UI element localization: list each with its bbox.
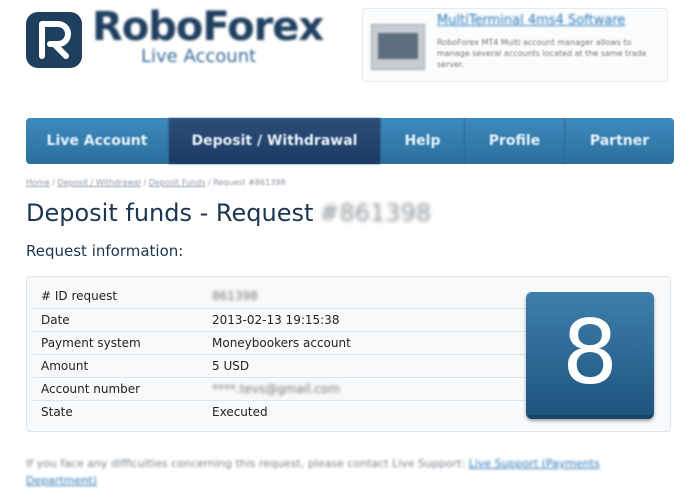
request-info-table: # ID request 861398 Date 2013-02-13 19:1… xyxy=(33,285,528,423)
section-title: Request information: xyxy=(26,242,184,260)
row-label: Date xyxy=(33,308,204,332)
nav-item-partner[interactable]: Partner xyxy=(565,118,674,164)
table-row: Amount 5 USD xyxy=(33,354,528,378)
support-note: If you face any difficulties concerning … xyxy=(26,455,666,489)
site-header: RoboForex Live Account MultiTerminal 4ms… xyxy=(0,0,700,110)
table-row: Date 2013-02-13 19:15:38 xyxy=(33,308,528,332)
logo-subtitle: Live Account xyxy=(141,46,257,67)
breadcrumb-deposit-withdrawal[interactable]: Deposit / Withdrawal xyxy=(57,178,140,187)
row-label: Account number xyxy=(33,377,204,401)
row-label: Amount xyxy=(33,354,204,378)
page-title: Deposit funds - Request #861398 xyxy=(26,199,431,227)
breadcrumb-separator: / xyxy=(143,178,147,187)
page-title-text: Deposit funds - Request xyxy=(26,199,314,227)
row-label: Payment system xyxy=(33,331,204,355)
breadcrumb-separator: / xyxy=(207,178,211,187)
step-number: 8 xyxy=(562,301,618,404)
breadcrumb-separator: / xyxy=(52,178,55,187)
nav-item-profile[interactable]: Profile xyxy=(465,118,565,164)
table-row: # ID request 861398 xyxy=(33,285,528,309)
breadcrumb-current: Request #861398 xyxy=(213,178,286,187)
nav-item-live-account[interactable]: Live Account xyxy=(26,118,169,164)
nav-item-help[interactable]: Help xyxy=(381,118,465,164)
row-value: Moneybookers account xyxy=(204,331,528,355)
table-row: Payment system Moneybookers account xyxy=(33,331,528,355)
breadcrumb-home[interactable]: Home xyxy=(26,178,50,187)
step-badge: 8 xyxy=(526,292,654,419)
row-value: ****.tevs@gmail.com xyxy=(204,377,528,401)
main-nav: Live Account Deposit / Withdrawal Help P… xyxy=(26,118,674,164)
row-label: # ID request xyxy=(33,285,204,309)
logo-name[interactable]: RoboForex xyxy=(92,4,324,50)
support-note-text: If you face any difficulties concerning … xyxy=(26,457,466,470)
breadcrumb-deposit-funds[interactable]: Deposit Funds xyxy=(149,178,206,187)
table-row: State Executed xyxy=(33,400,528,423)
promo-description: RoboForex MT4 Multi account manager allo… xyxy=(437,38,647,69)
promo-title-link[interactable]: MultiTerminal 4ms4 Software xyxy=(437,13,625,28)
nav-item-deposit-withdrawal[interactable]: Deposit / Withdrawal xyxy=(169,118,381,164)
software-screenshot-icon xyxy=(371,24,425,70)
row-value: Executed xyxy=(212,404,268,419)
table-row: Account number ****.tevs@gmail.com xyxy=(33,377,528,401)
promo-banner[interactable]: MultiTerminal 4ms4 Software RoboForex MT… xyxy=(362,8,668,82)
breadcrumb: Home / Deposit / Withdrawal / Deposit Fu… xyxy=(26,178,285,187)
row-value: 2013-02-13 19:15:38 xyxy=(204,308,528,332)
roboforex-logo-icon[interactable] xyxy=(24,10,84,70)
row-label: State xyxy=(41,404,73,419)
row-value: 5 USD xyxy=(204,354,528,378)
row-value: 861398 xyxy=(204,285,528,309)
request-info-panel: # ID request 861398 Date 2013-02-13 19:1… xyxy=(26,276,671,432)
page-title-request-id: #861398 xyxy=(319,199,432,227)
